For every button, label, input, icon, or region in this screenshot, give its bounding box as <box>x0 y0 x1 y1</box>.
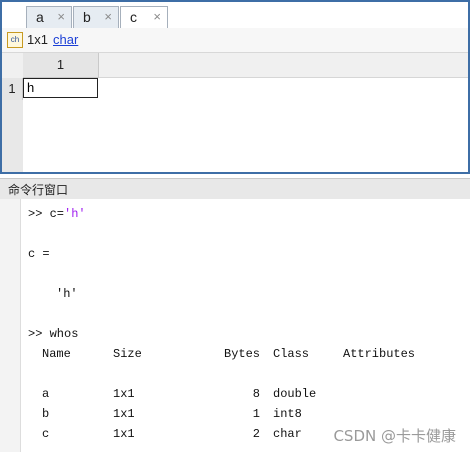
whos-row-class: int8 <box>273 407 302 421</box>
column-header-1[interactable]: 1 <box>23 53 99 78</box>
close-icon[interactable]: × <box>153 9 161 24</box>
whos-row-bytes: 8 <box>252 387 260 401</box>
command-gutter <box>0 199 21 452</box>
whos-row-size: 1x1 <box>113 407 135 421</box>
variable-size: 1x1 <box>27 32 48 47</box>
watermark: CSDN @卡卡健康 <box>333 427 456 445</box>
tab-b[interactable]: b × <box>73 6 119 28</box>
tab-label: a <box>36 9 44 25</box>
char-icon: ch <box>7 32 23 48</box>
command-window-title: 命令行窗口 <box>8 183 69 197</box>
tab-c[interactable]: c × <box>120 6 168 29</box>
variable-class-link[interactable]: char <box>53 32 78 47</box>
whos-row-class: double <box>273 387 317 401</box>
command-window[interactable]: >> c='h' c = 'h' >> whos Name Size Bytes… <box>0 199 470 452</box>
string-literal: 'h' <box>64 207 86 221</box>
column-header-empty <box>99 53 468 78</box>
variable-editor: a × b × c × ch 1x1 char 1 1 h <box>0 0 470 174</box>
whos-header-attributes: Attributes <box>343 347 416 361</box>
tab-strip: a × b × c × <box>2 2 468 29</box>
grid-cell-1-1[interactable]: h <box>23 78 98 98</box>
tab-a[interactable]: a × <box>26 6 72 28</box>
close-icon[interactable]: × <box>57 9 65 24</box>
whos-row-class: char <box>273 427 302 441</box>
output-variable-name: c = <box>28 247 50 261</box>
prompt: >> <box>28 207 43 221</box>
tab-label: c <box>130 9 137 25</box>
cell-area: h <box>23 78 468 172</box>
output-variable-value: 'h' <box>56 287 78 301</box>
whos-row-name: c <box>42 427 50 441</box>
whos-row-bytes: 2 <box>252 427 260 441</box>
whos-row-bytes: 1 <box>252 407 260 421</box>
variable-grid: 1 1 h <box>2 53 468 172</box>
whos-header-name: Name <box>42 347 71 361</box>
variable-info-bar: ch 1x1 char <box>2 28 468 53</box>
tab-label: b <box>83 9 91 25</box>
whos-header-size: Size <box>113 347 142 361</box>
whos-row-name: a <box>42 387 50 401</box>
command-line-1: >> c='h' <box>28 207 86 221</box>
prompt: >> <box>28 327 43 341</box>
whos-row-name: b <box>42 407 50 421</box>
whos-header-class: Class <box>273 347 310 361</box>
command-line-2: >> whos <box>28 327 78 341</box>
row-header-empty <box>2 100 24 172</box>
command-text: c= <box>49 207 65 221</box>
command-text: whos <box>49 327 79 341</box>
whos-row-size: 1x1 <box>113 387 135 401</box>
row-header-1[interactable]: 1 <box>2 78 23 100</box>
whos-header-bytes: Bytes <box>224 347 261 361</box>
close-icon[interactable]: × <box>104 9 112 24</box>
command-window-titlebar: 命令行窗口 <box>0 178 470 200</box>
whos-row-size: 1x1 <box>113 427 135 441</box>
